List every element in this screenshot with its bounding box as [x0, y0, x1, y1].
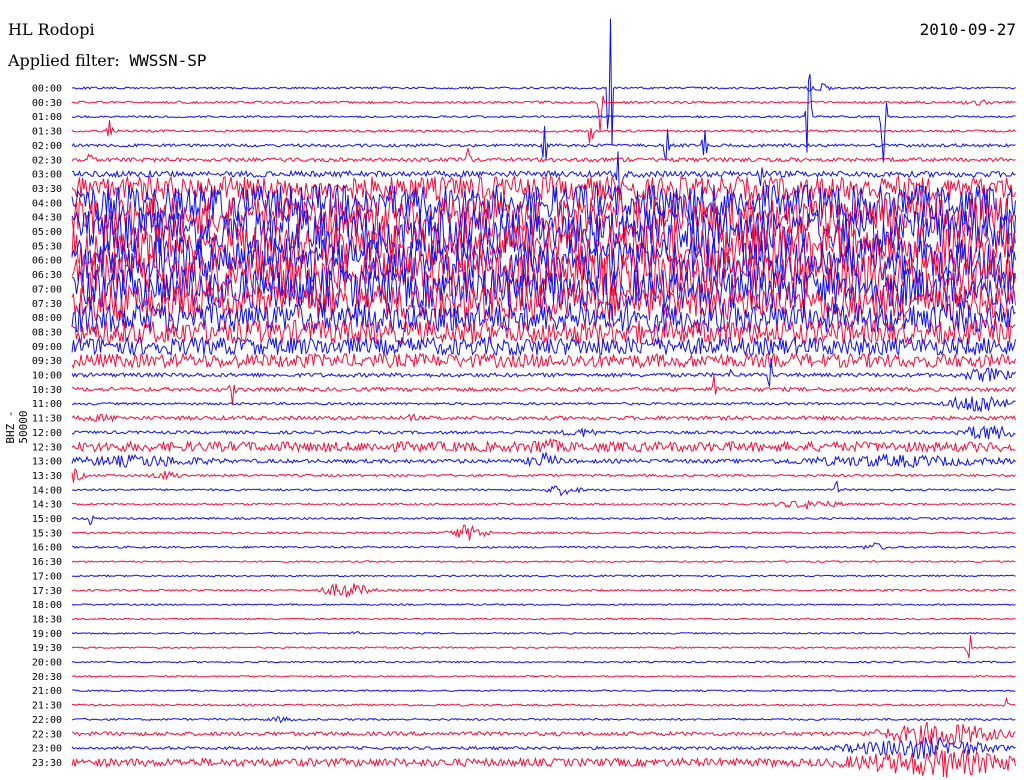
series-line [71, 715, 1016, 724]
series-line [71, 542, 1016, 551]
tick-label: 02:30 [32, 155, 62, 166]
tick-label: 17:00 [32, 571, 62, 582]
tick-label: 07:00 [32, 284, 62, 295]
series-line [71, 696, 1016, 707]
tick-label: 13:00 [32, 457, 62, 468]
tick-label: 23:30 [32, 758, 62, 769]
series-line [71, 514, 1016, 526]
series-line [71, 357, 1016, 387]
tick-label: 08:30 [32, 327, 62, 338]
tick-label: 22:30 [32, 729, 62, 740]
series-line [71, 351, 1016, 370]
tick-label: 03:00 [32, 170, 62, 181]
tick-label: 20:30 [32, 672, 62, 683]
series-line [71, 674, 1016, 678]
tick-label: 06:00 [32, 256, 62, 267]
tick-label: 16:30 [32, 557, 62, 568]
series-line [71, 451, 1016, 469]
tick-label: 16:00 [32, 543, 62, 554]
tick-label: 14:30 [32, 500, 62, 511]
tick-label: 21:00 [32, 686, 62, 697]
series-line [71, 95, 1016, 131]
tick-label: 22:00 [32, 715, 62, 726]
series-line [71, 413, 1016, 423]
series-line [71, 617, 1016, 621]
series-line [71, 524, 1016, 541]
tick-label: 15:00 [32, 514, 62, 525]
tick-label: 04:00 [32, 198, 62, 209]
series-line [71, 721, 1016, 747]
series-line [71, 18, 1016, 146]
tick-label: 11:30 [32, 414, 62, 425]
tick-label: 14:00 [32, 485, 62, 496]
series-line [71, 424, 1016, 440]
series-line [71, 689, 1016, 693]
tick-label: 00:30 [32, 98, 62, 109]
series-line [71, 467, 1016, 483]
tick-label: 01:00 [32, 112, 62, 123]
tick-label: 18:00 [32, 600, 62, 611]
series-line [71, 560, 1016, 563]
series-line [71, 603, 1016, 607]
series-line [71, 635, 1016, 659]
tick-label: 07:30 [32, 299, 62, 310]
tick-label: 12:30 [32, 442, 62, 453]
series-line [71, 583, 1016, 598]
tick-label: 09:30 [32, 356, 62, 367]
series-line [71, 660, 1016, 664]
series-line [71, 375, 1016, 406]
tick-label: 23:00 [32, 744, 62, 755]
series-line [72, 574, 1016, 578]
tick-label: 12:00 [32, 428, 62, 439]
helicorder-plot: 00:00 00:30 01:00 01:30 02:00 02:30 03:00 03:30… [32, 18, 1016, 778]
tick-label: 10:30 [32, 385, 62, 396]
tick-label: 19:30 [32, 643, 62, 654]
tick-label: 13:30 [32, 471, 62, 482]
series-line [71, 480, 1016, 497]
series-line [71, 737, 1016, 760]
tick-label: 20:00 [32, 658, 62, 669]
tick-label: 05:00 [32, 227, 62, 238]
series-line [71, 174, 1016, 202]
tick-label: 06:30 [32, 270, 62, 281]
series-line [71, 438, 1016, 455]
tick-label: 10:00 [32, 371, 62, 382]
tick-label: 19:00 [32, 629, 62, 640]
series-line [71, 499, 1016, 510]
tick-label: 15:30 [32, 528, 62, 539]
series-line [71, 631, 1016, 635]
tick-label: 17:30 [32, 586, 62, 597]
tick-label: 05:30 [32, 241, 62, 252]
tick-label: 11:00 [32, 399, 62, 410]
series-line [71, 335, 1016, 357]
tick-label: 02:00 [32, 141, 62, 152]
tick-label: 00:00 [32, 84, 62, 95]
tick-label: 08:00 [32, 313, 62, 324]
tick-label: 03:30 [32, 184, 62, 195]
series-line [71, 395, 1016, 413]
series-line [71, 748, 1016, 778]
tick-label: 18:30 [32, 614, 62, 625]
tick-label: 04:30 [32, 213, 62, 224]
tick-label: 09:00 [32, 342, 62, 353]
tick-label: 21:30 [32, 701, 62, 712]
tick-label: 01:30 [32, 127, 62, 138]
